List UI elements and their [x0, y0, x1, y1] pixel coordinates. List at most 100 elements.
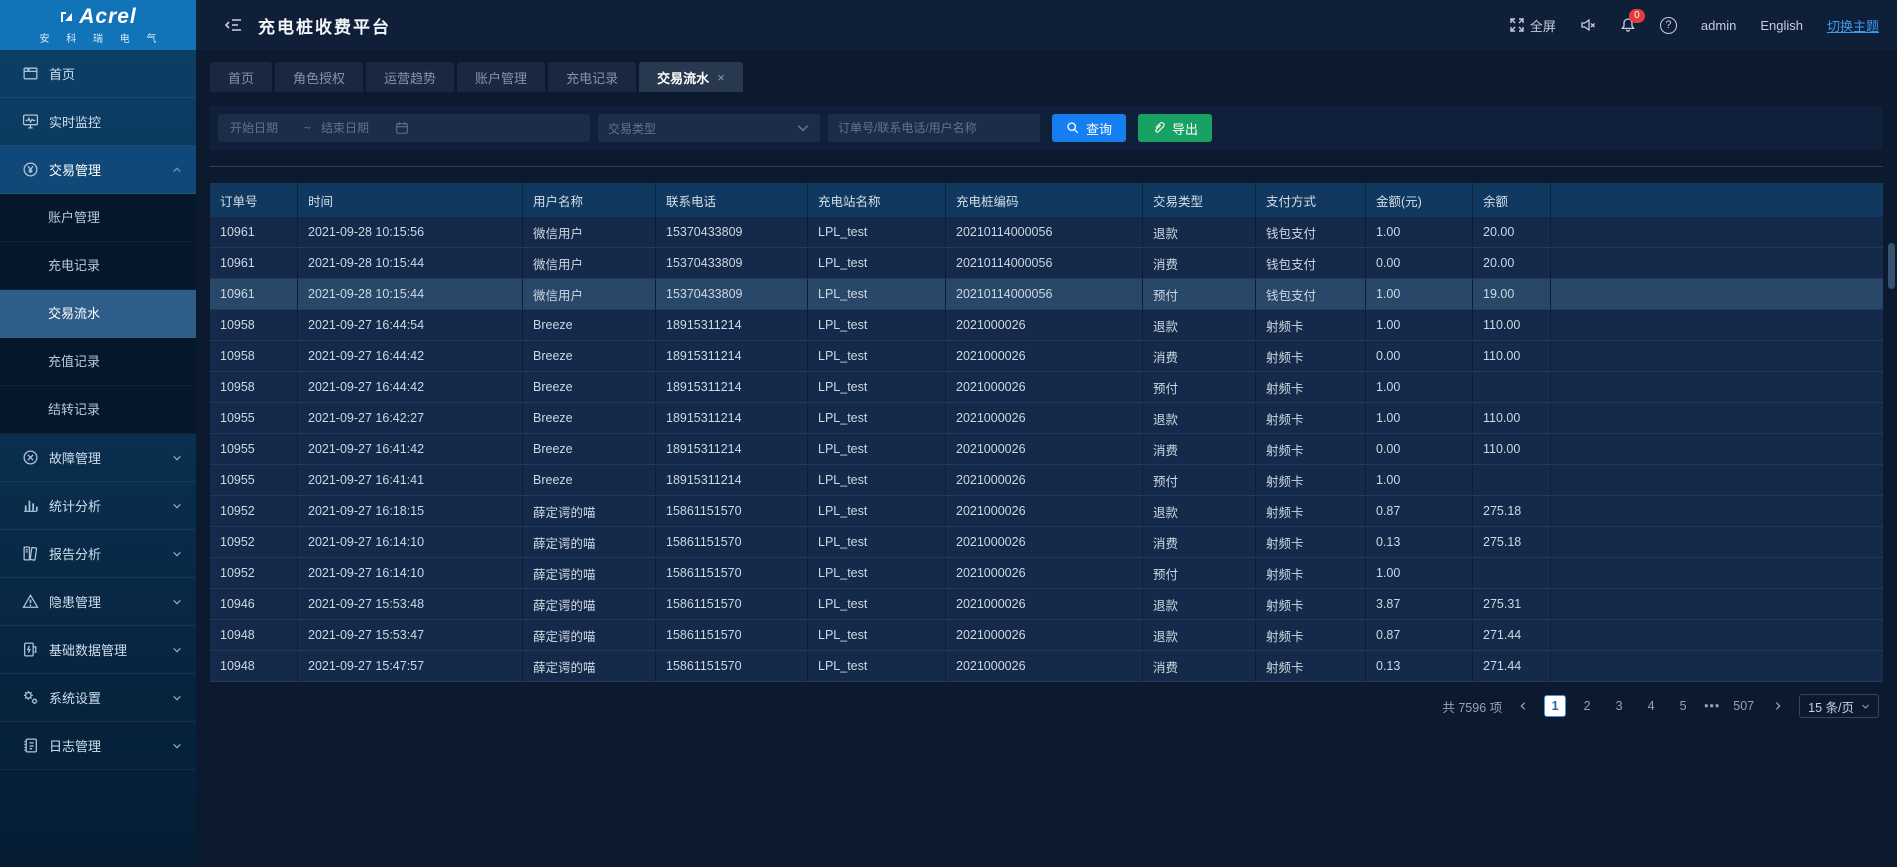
- table-cell: 2021000026: [946, 496, 1143, 526]
- scrollbar-thumb[interactable]: [1888, 243, 1895, 289]
- table-cell: 0.87: [1366, 496, 1473, 526]
- help-button[interactable]: ?: [1660, 17, 1677, 34]
- table-cell: 15861151570: [656, 558, 808, 588]
- tab-operation-trends[interactable]: 运营趋势: [366, 62, 454, 92]
- table-cell: 1.00: [1366, 403, 1473, 433]
- page-button-3[interactable]: 3: [1608, 695, 1630, 717]
- table-cell-filler: [1551, 403, 1883, 433]
- table-row[interactable]: 109612021-09-28 10:15:44微信用户15370433809L…: [210, 248, 1883, 279]
- sidebar-item-recharge-records[interactable]: 充值记录: [0, 338, 196, 386]
- table-cell: 退款: [1143, 310, 1256, 340]
- transaction-type-select[interactable]: 交易类型: [598, 114, 820, 142]
- table-cell: 10948: [210, 651, 298, 681]
- sidebar-item-charging-records[interactable]: 充电记录: [0, 242, 196, 290]
- export-button[interactable]: 导出: [1138, 114, 1212, 142]
- keyword-search-field[interactable]: [828, 114, 1040, 142]
- page-button-2[interactable]: 2: [1576, 695, 1598, 717]
- table-cell: 20210114000056: [946, 279, 1143, 309]
- table-row[interactable]: 109552021-09-27 16:42:27Breeze1891531121…: [210, 403, 1883, 434]
- table-cell: 18915311214: [656, 403, 808, 433]
- table-cell: LPL_test: [808, 620, 946, 650]
- table-row[interactable]: 109482021-09-27 15:47:57薛定谔的喵15861151570…: [210, 651, 1883, 682]
- sidebar-item-report-analysis[interactable]: 报告分析: [0, 530, 196, 578]
- pagination-ellipsis[interactable]: •••: [1704, 699, 1720, 713]
- table-cell: 薛定谔的喵: [523, 620, 656, 650]
- table-cell-filler: [1551, 496, 1883, 526]
- language-switch[interactable]: English: [1760, 18, 1803, 33]
- sidebar-item-statistics[interactable]: 统计分析: [0, 482, 196, 530]
- table-row[interactable]: 109552021-09-27 16:41:42Breeze1891531121…: [210, 434, 1883, 465]
- column-header: 余额: [1473, 183, 1551, 217]
- table-row[interactable]: 109462021-09-27 15:53:48薛定谔的喵15861151570…: [210, 589, 1883, 620]
- sidebar-item-transactions[interactable]: 交易管理: [0, 146, 196, 194]
- table-row[interactable]: 109582021-09-27 16:44:42Breeze1891531121…: [210, 372, 1883, 403]
- sidebar-item-fault-management[interactable]: 故障管理: [0, 434, 196, 482]
- tab-transaction-flow[interactable]: 交易流水: [639, 62, 743, 92]
- column-header: 交易类型: [1143, 183, 1256, 217]
- table-cell: 2021000026: [946, 341, 1143, 371]
- tab-role-authorization[interactable]: 角色授权: [275, 62, 363, 92]
- sidebar-item-monitor[interactable]: 实时监控: [0, 98, 196, 146]
- fullscreen-icon: [1509, 17, 1525, 33]
- sidebar-item-carryover-records[interactable]: 结转记录: [0, 386, 196, 434]
- home-icon: [22, 65, 39, 82]
- tab-home[interactable]: 首页: [210, 62, 272, 92]
- notifications-button[interactable]: 0: [1620, 17, 1636, 33]
- table-cell: 18915311214: [656, 310, 808, 340]
- sidebar-item-hazard-management[interactable]: 隐患管理: [0, 578, 196, 626]
- table-cell: 18915311214: [656, 341, 808, 371]
- start-date-input[interactable]: [230, 121, 294, 135]
- page-button-1[interactable]: 1: [1544, 695, 1566, 717]
- end-date-input[interactable]: [321, 121, 385, 135]
- table-cell: 钱包支付: [1256, 248, 1366, 278]
- table-cell: 1.00: [1366, 558, 1473, 588]
- date-range-picker[interactable]: ~: [218, 114, 590, 142]
- user-menu[interactable]: admin: [1701, 18, 1736, 33]
- page-button-5[interactable]: 5: [1672, 695, 1694, 717]
- pagination-bar: 共 7596 项 1 2 3 4 5 ••• 507 15 条/页: [210, 694, 1883, 718]
- fullscreen-label: 全屏: [1530, 16, 1556, 35]
- page-button-4[interactable]: 4: [1640, 695, 1662, 717]
- table-row[interactable]: 109482021-09-27 15:53:47薛定谔的喵15861151570…: [210, 620, 1883, 651]
- table-cell: 15861151570: [656, 651, 808, 681]
- table-cell: 射频卡: [1256, 372, 1366, 402]
- table-row[interactable]: 109552021-09-27 16:41:41Breeze1891531121…: [210, 465, 1883, 496]
- table-cell: LPL_test: [808, 496, 946, 526]
- sidebar-item-basic-data[interactable]: 基础数据管理: [0, 626, 196, 674]
- table-row[interactable]: 109612021-09-28 10:15:56微信用户15370433809L…: [210, 217, 1883, 248]
- table-cell: 微信用户: [523, 279, 656, 309]
- sidebar-item-account-management[interactable]: 账户管理: [0, 194, 196, 242]
- collapse-menu-icon[interactable]: [224, 15, 244, 35]
- table-cell-filler: [1551, 372, 1883, 402]
- keyword-input[interactable]: [828, 121, 1040, 135]
- sidebar-item-log-management[interactable]: 日志管理: [0, 722, 196, 770]
- tab-charging-records[interactable]: 充电记录: [548, 62, 636, 92]
- vertical-scrollbar[interactable]: [1888, 243, 1895, 743]
- fullscreen-button[interactable]: 全屏: [1509, 16, 1556, 35]
- query-button[interactable]: 查询: [1052, 114, 1126, 142]
- page-size-select[interactable]: 15 条/页: [1799, 694, 1879, 718]
- table-cell: 110.00: [1473, 403, 1551, 433]
- table-row[interactable]: 109582021-09-27 16:44:42Breeze1891531121…: [210, 341, 1883, 372]
- close-icon[interactable]: [717, 70, 725, 85]
- table-cell: 10948: [210, 620, 298, 650]
- sidebar-item-transaction-flow[interactable]: 交易流水: [0, 290, 196, 338]
- table-row[interactable]: 109522021-09-27 16:14:10薛定谔的喵15861151570…: [210, 527, 1883, 558]
- table-cell: 2021000026: [946, 465, 1143, 495]
- page-button-last[interactable]: 507: [1730, 695, 1757, 717]
- mute-button[interactable]: [1580, 17, 1596, 33]
- theme-switch-link[interactable]: 切换主题: [1827, 16, 1879, 35]
- prev-page-button[interactable]: [1512, 695, 1534, 717]
- table-cell: Breeze: [523, 310, 656, 340]
- table-row[interactable]: 109612021-09-28 10:15:44微信用户15370433809L…: [210, 279, 1883, 310]
- username: admin: [1701, 18, 1736, 33]
- tab-account-management[interactable]: 账户管理: [457, 62, 545, 92]
- table-row[interactable]: 109522021-09-27 16:18:15薛定谔的喵15861151570…: [210, 496, 1883, 527]
- next-page-button[interactable]: [1767, 695, 1789, 717]
- sidebar-item-system-settings[interactable]: 系统设置: [0, 674, 196, 722]
- table-row[interactable]: 109522021-09-27 16:14:10薛定谔的喵15861151570…: [210, 558, 1883, 589]
- column-header: 充电站名称: [808, 183, 946, 217]
- table-cell: 消费: [1143, 248, 1256, 278]
- sidebar-item-home[interactable]: 首页: [0, 50, 196, 98]
- table-row[interactable]: 109582021-09-27 16:44:54Breeze1891531121…: [210, 310, 1883, 341]
